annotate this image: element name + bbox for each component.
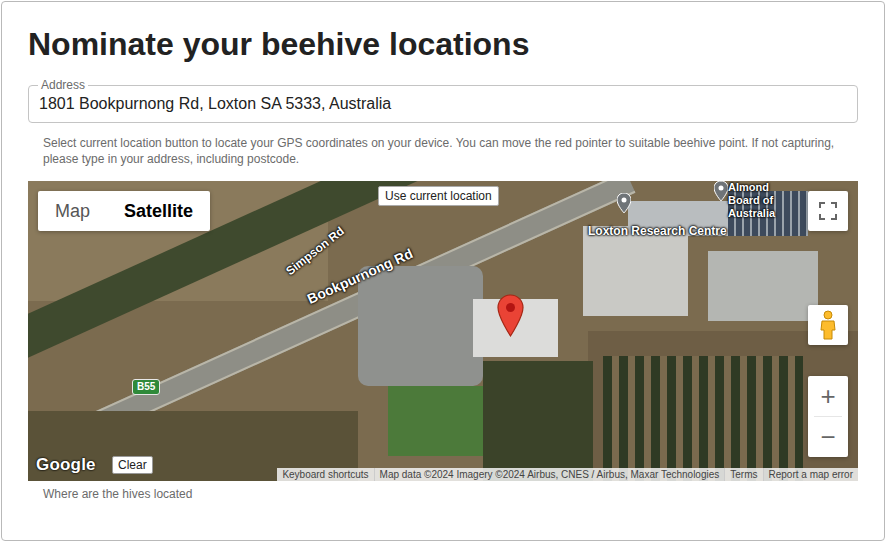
map-type-button[interactable]: Map xyxy=(38,191,107,231)
clear-button[interactable]: Clear xyxy=(112,456,153,474)
place-pin-icon xyxy=(617,193,631,213)
marker-pin-icon[interactable] xyxy=(497,294,524,337)
help-text: Select current location button to locate… xyxy=(43,135,858,167)
pegman-icon xyxy=(819,310,837,340)
road-shield: B55 xyxy=(132,379,160,395)
attribution-bar: Keyboard shortcutsMap data ©2024 Imagery… xyxy=(277,468,858,481)
map-type-button[interactable]: Satellite xyxy=(107,191,210,231)
page-title: Nominate your beehive locations xyxy=(28,24,858,64)
zoom-out-button[interactable]: − xyxy=(808,417,848,457)
use-current-location-button[interactable]: Use current location xyxy=(378,186,499,206)
attribution-item[interactable]: Report a map error xyxy=(763,468,858,481)
place-pin-icon xyxy=(714,181,728,201)
attribution-item[interactable]: Terms xyxy=(724,468,762,481)
attribution-item[interactable]: Keyboard shortcuts xyxy=(277,468,373,481)
attribution-item: Map data ©2024 Imagery ©2024 Airbus, CNE… xyxy=(374,468,725,481)
research-centre xyxy=(583,226,688,316)
address-input[interactable] xyxy=(39,95,847,113)
place-label[interactable]: Almond Board of Australia xyxy=(728,181,800,220)
nominate-form: Nominate your beehive locations Address Se… xyxy=(1,1,885,541)
car-park xyxy=(358,266,483,386)
address-field[interactable]: Address xyxy=(28,85,858,123)
fullscreen-icon xyxy=(819,202,837,220)
google-logo[interactable]: Google xyxy=(36,455,96,475)
trees-right xyxy=(483,361,593,481)
map-caption: Where are the hives located xyxy=(43,487,858,501)
map[interactable]: Simpson RdBookpurnong RdB55Loxton Resear… xyxy=(28,181,858,481)
zoom-in-button[interactable]: + xyxy=(808,376,848,416)
street-view-button[interactable] xyxy=(808,305,848,345)
orchard xyxy=(603,356,803,481)
fullscreen-button[interactable] xyxy=(808,191,848,231)
zoom-control: +− xyxy=(808,376,848,457)
place-label[interactable]: Loxton Research Centre xyxy=(588,225,727,238)
zoom-separator xyxy=(814,416,842,417)
lawn xyxy=(388,386,483,456)
address-label: Address xyxy=(38,78,88,92)
map-type-control: MapSatellite xyxy=(38,191,210,231)
east-buildings xyxy=(708,251,818,321)
